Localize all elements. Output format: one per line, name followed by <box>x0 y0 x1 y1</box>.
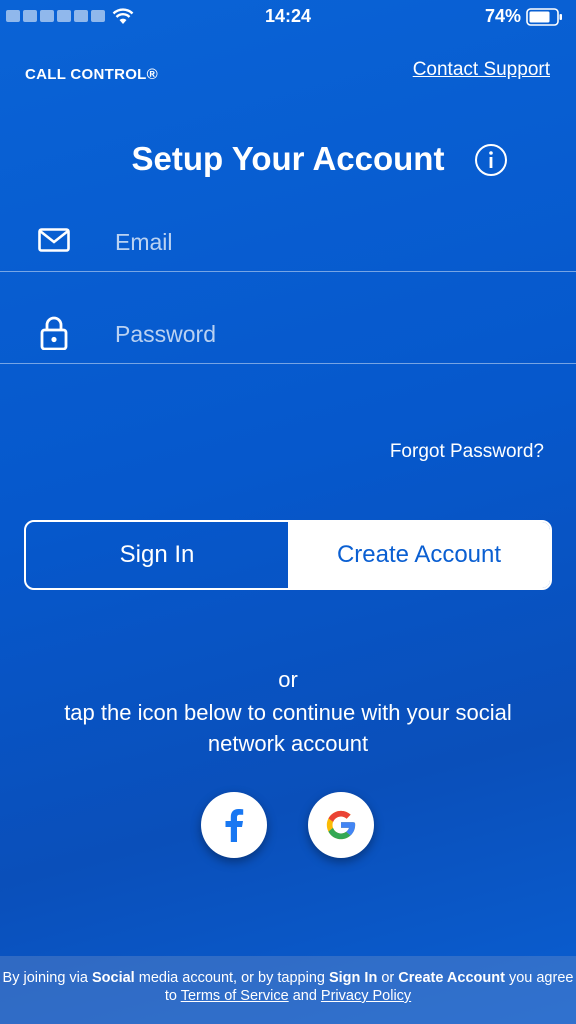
info-icon[interactable] <box>474 143 508 177</box>
lock-icon <box>40 316 68 350</box>
password-input[interactable] <box>115 316 545 352</box>
email-field-row <box>0 214 576 274</box>
terms-footer: By joining via Social media account, or … <box>0 956 576 1024</box>
footer-bold-create-account: Create Account <box>398 970 505 986</box>
footer-bold-social: Social <box>92 970 135 986</box>
password-underline <box>0 363 576 364</box>
battery-percentage: 74% <box>484 6 521 26</box>
footer-text: media account, or by tapping <box>134 970 329 986</box>
status-bar: 14:24 74% <box>0 0 576 34</box>
footer-text: or <box>377 970 399 986</box>
privacy-policy-link[interactable]: Privacy Policy <box>321 988 411 1004</box>
social-prompt: tap the icon below to continue with your… <box>64 700 512 756</box>
password-field-row <box>0 306 576 366</box>
footer-text: By joining via <box>2 970 92 986</box>
facebook-icon <box>225 809 244 842</box>
facebook-login-button[interactable] <box>201 792 267 858</box>
forgot-password-link[interactable]: Forgot Password? <box>390 441 544 463</box>
create-account-button[interactable]: Create Account <box>288 522 550 588</box>
terms-of-service-link[interactable]: Terms of Service <box>181 988 289 1004</box>
or-separator: or <box>278 667 298 692</box>
google-login-button[interactable] <box>308 792 374 858</box>
mail-icon <box>38 228 70 252</box>
footer-bold-sign-in: Sign In <box>328 970 378 986</box>
footer-text: and <box>288 988 321 1004</box>
sign-in-button[interactable]: Sign In <box>26 522 288 588</box>
email-underline <box>0 271 576 272</box>
email-input[interactable] <box>115 224 545 260</box>
google-icon <box>326 810 356 840</box>
auth-mode-toggle: Sign In Create Account <box>24 520 552 590</box>
brand-logo-text: CALL CONTROL® <box>25 66 158 83</box>
contact-support-link[interactable]: Contact Support <box>413 59 550 81</box>
battery-icon <box>526 8 562 26</box>
